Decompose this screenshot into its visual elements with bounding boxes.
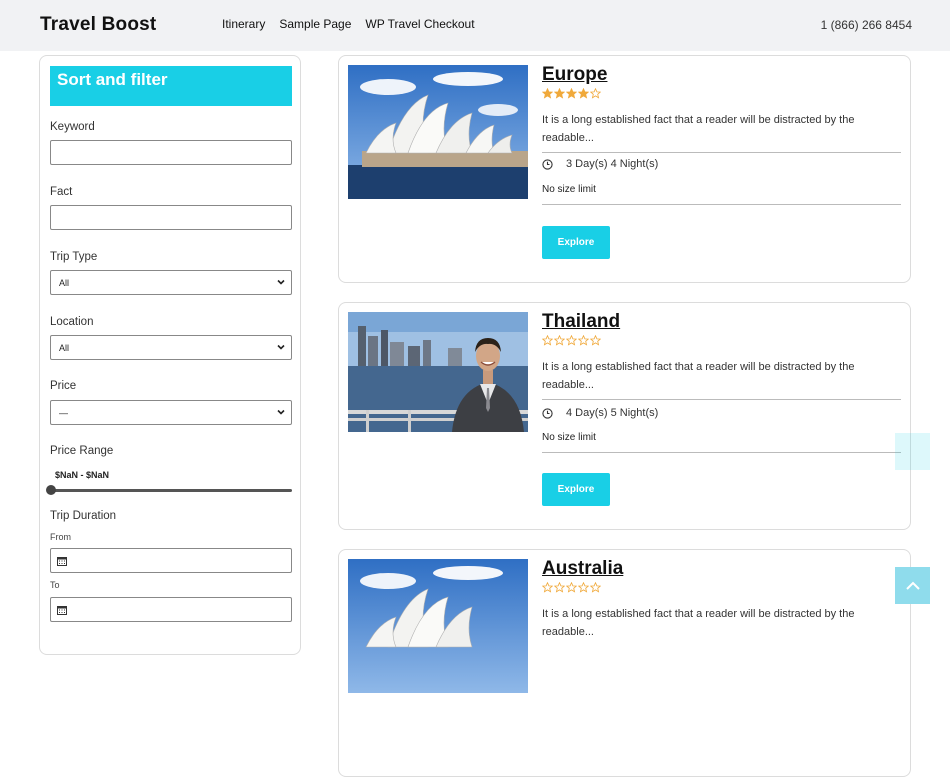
price-value: — xyxy=(59,408,68,418)
trip-duration-label: Trip Duration xyxy=(50,510,117,522)
trip-title[interactable]: Thailand xyxy=(542,311,620,333)
chevron-down-icon xyxy=(277,344,285,350)
divider xyxy=(542,399,901,400)
calendar-icon xyxy=(57,557,67,566)
phone-number[interactable]: 1 (866) 266 8454 xyxy=(821,18,912,32)
from-date-input[interactable] xyxy=(50,548,292,573)
trip-duration-text: 3 Day(s) 4 Night(s) xyxy=(566,158,659,170)
price-range-handle[interactable] xyxy=(46,485,56,495)
trip-card-europe: Europe It is a long established fact tha… xyxy=(338,55,911,283)
chevron-up-icon xyxy=(905,581,920,590)
calendar-icon xyxy=(57,606,67,615)
clock-icon xyxy=(542,407,553,419)
star-rating xyxy=(542,335,601,346)
star-rating xyxy=(542,88,601,99)
main-nav: Itinerary Sample Page WP Travel Checkout xyxy=(222,17,475,31)
trip-description: It is a long established fact that a rea… xyxy=(542,114,855,144)
location-label: Location xyxy=(50,316,94,328)
keyword-label: Keyword xyxy=(50,121,95,133)
chevron-down-icon xyxy=(277,409,285,415)
chevron-down-icon xyxy=(277,279,285,285)
price-select[interactable]: — xyxy=(50,400,292,425)
nav-item-itinerary[interactable]: Itinerary xyxy=(222,17,265,31)
trip-image-opera-house[interactable] xyxy=(348,65,528,199)
fact-label: Fact xyxy=(50,186,73,198)
star-filled-icon xyxy=(554,88,565,99)
divider xyxy=(542,204,901,205)
trip-description: It is a long established fact that a rea… xyxy=(542,608,855,638)
trip-duration-text: 4 Day(s) 5 Night(s) xyxy=(566,407,659,419)
star-filled-icon xyxy=(566,88,577,99)
price-range-value: $NaN - $NaN xyxy=(55,470,110,480)
star-empty-icon xyxy=(554,582,565,593)
trip-duration: 3 Day(s) 4 Night(s) xyxy=(542,158,658,170)
star-empty-icon xyxy=(566,335,577,346)
trip-image-man-harbor[interactable] xyxy=(348,312,528,446)
trip-title[interactable]: Europe xyxy=(542,64,607,86)
scroll-to-top-button[interactable] xyxy=(895,567,930,604)
star-empty-icon xyxy=(542,335,553,346)
divider xyxy=(542,452,901,453)
price-range-slider[interactable] xyxy=(50,489,292,492)
explore-button[interactable]: Explore xyxy=(542,473,610,506)
group-size: No size limit xyxy=(542,432,596,443)
trip-type-label: Trip Type xyxy=(50,251,98,263)
keyword-input[interactable] xyxy=(50,140,292,165)
explore-button[interactable]: Explore xyxy=(542,226,610,259)
trip-type-value: All xyxy=(59,278,70,288)
nav-item-sample-page[interactable]: Sample Page xyxy=(279,17,351,31)
sort-filter-panel: Sort and filter Keyword Fact Trip Type A… xyxy=(39,55,301,655)
price-label: Price xyxy=(50,380,77,392)
star-empty-icon xyxy=(578,335,589,346)
star-empty-icon xyxy=(542,582,553,593)
star-empty-icon xyxy=(578,582,589,593)
clock-icon xyxy=(542,158,553,170)
fact-input[interactable] xyxy=(50,205,292,230)
star-rating xyxy=(542,582,601,593)
site-header: Travel Boost Itinerary Sample Page WP Tr… xyxy=(0,0,950,51)
trip-description: It is a long established fact that a rea… xyxy=(542,361,855,391)
star-empty-icon xyxy=(590,88,601,99)
star-empty-icon xyxy=(554,335,565,346)
trip-card-australia: Australia It is a long established fact … xyxy=(338,549,911,777)
trip-image-opera-house[interactable] xyxy=(348,559,528,693)
to-date-input[interactable] xyxy=(50,597,292,622)
trip-duration: 4 Day(s) 5 Night(s) xyxy=(542,407,658,419)
nav-item-wp-travel-checkout[interactable]: WP Travel Checkout xyxy=(365,17,474,31)
star-empty-icon xyxy=(566,582,577,593)
location-select[interactable]: All xyxy=(50,335,292,360)
star-empty-icon xyxy=(590,582,601,593)
price-range-label: Price Range xyxy=(50,445,114,457)
star-filled-icon xyxy=(578,88,589,99)
site-brand[interactable]: Travel Boost xyxy=(40,14,156,36)
from-label: From xyxy=(50,532,71,542)
to-label: To xyxy=(50,580,60,590)
location-value: All xyxy=(59,343,70,353)
filter-title: Sort and filter xyxy=(50,66,292,106)
group-size: No size limit xyxy=(542,184,596,195)
trip-card-thailand: Thailand It is a long established fact t… xyxy=(338,302,911,530)
star-empty-icon xyxy=(590,335,601,346)
divider xyxy=(542,152,901,153)
scroll-to-top-button-faded[interactable] xyxy=(895,433,930,470)
trip-type-select[interactable]: All xyxy=(50,270,292,295)
trip-title[interactable]: Australia xyxy=(542,558,623,580)
star-filled-icon xyxy=(542,88,553,99)
